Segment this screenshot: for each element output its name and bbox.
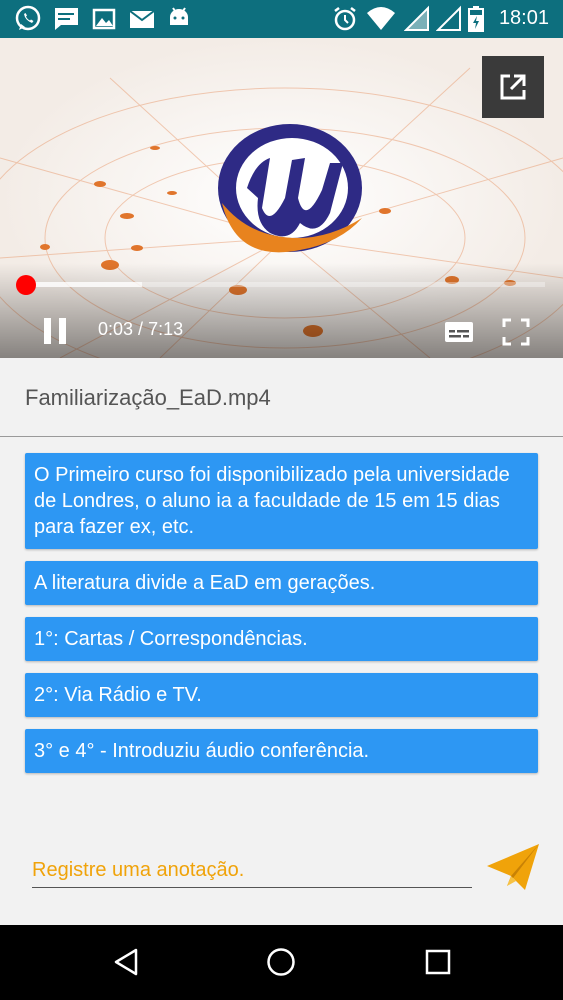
note-item[interactable]: 3° e 4° - Introduziu áudio conferência. xyxy=(25,729,538,773)
buffer-bar xyxy=(22,282,143,287)
note-item[interactable]: O Primeiro curso foi disponibilizado pel… xyxy=(25,453,538,549)
navigation-bar xyxy=(0,925,563,1000)
email-icon xyxy=(129,10,155,28)
time-readout: 0:03 / 7:13 xyxy=(98,319,183,340)
note-item[interactable]: 1°: Cartas / Correspondências. xyxy=(25,617,538,661)
send-icon xyxy=(487,844,539,890)
video-player[interactable]: 0:03 / 7:13 xyxy=(0,38,563,358)
captions-icon[interactable] xyxy=(444,321,474,343)
open-external-icon xyxy=(500,74,526,100)
note-item[interactable]: 2°: Via Rádio e TV. xyxy=(25,673,538,717)
message-icon xyxy=(54,8,78,30)
send-button[interactable] xyxy=(485,842,541,894)
notes-list: O Primeiro curso foi disponibilizado pel… xyxy=(25,453,538,785)
pause-icon xyxy=(44,318,51,344)
recents-icon[interactable] xyxy=(424,947,452,977)
status-bar: 18:01 xyxy=(0,0,563,38)
note-input[interactable] xyxy=(32,855,472,885)
divider xyxy=(0,436,563,437)
whatsapp-icon xyxy=(15,5,41,31)
pause-button[interactable] xyxy=(42,318,68,344)
time-separator: / xyxy=(133,319,149,339)
note-input-container xyxy=(32,855,472,888)
alarm-icon xyxy=(334,7,356,31)
signal-icon xyxy=(404,5,429,31)
controls-shade xyxy=(0,263,563,358)
android-icon xyxy=(170,7,188,25)
battery-icon xyxy=(468,6,484,32)
status-time: 18:01 xyxy=(498,7,549,29)
wifi-icon xyxy=(367,7,395,30)
seek-bar[interactable] xyxy=(15,275,545,295)
duration: 7:13 xyxy=(148,319,184,339)
file-title: Familiarização_EaD.mp4 xyxy=(25,385,271,410)
home-icon[interactable] xyxy=(266,947,296,977)
note-item[interactable]: A literatura divide a EaD em gerações. xyxy=(25,561,538,605)
fullscreen-icon[interactable] xyxy=(502,318,530,346)
back-icon[interactable] xyxy=(112,947,140,977)
seek-handle[interactable] xyxy=(15,275,36,295)
image-icon xyxy=(92,8,116,30)
open-external-button[interactable] xyxy=(482,56,544,118)
current-time: 0:03 xyxy=(98,319,134,339)
signal-icon xyxy=(436,5,461,31)
